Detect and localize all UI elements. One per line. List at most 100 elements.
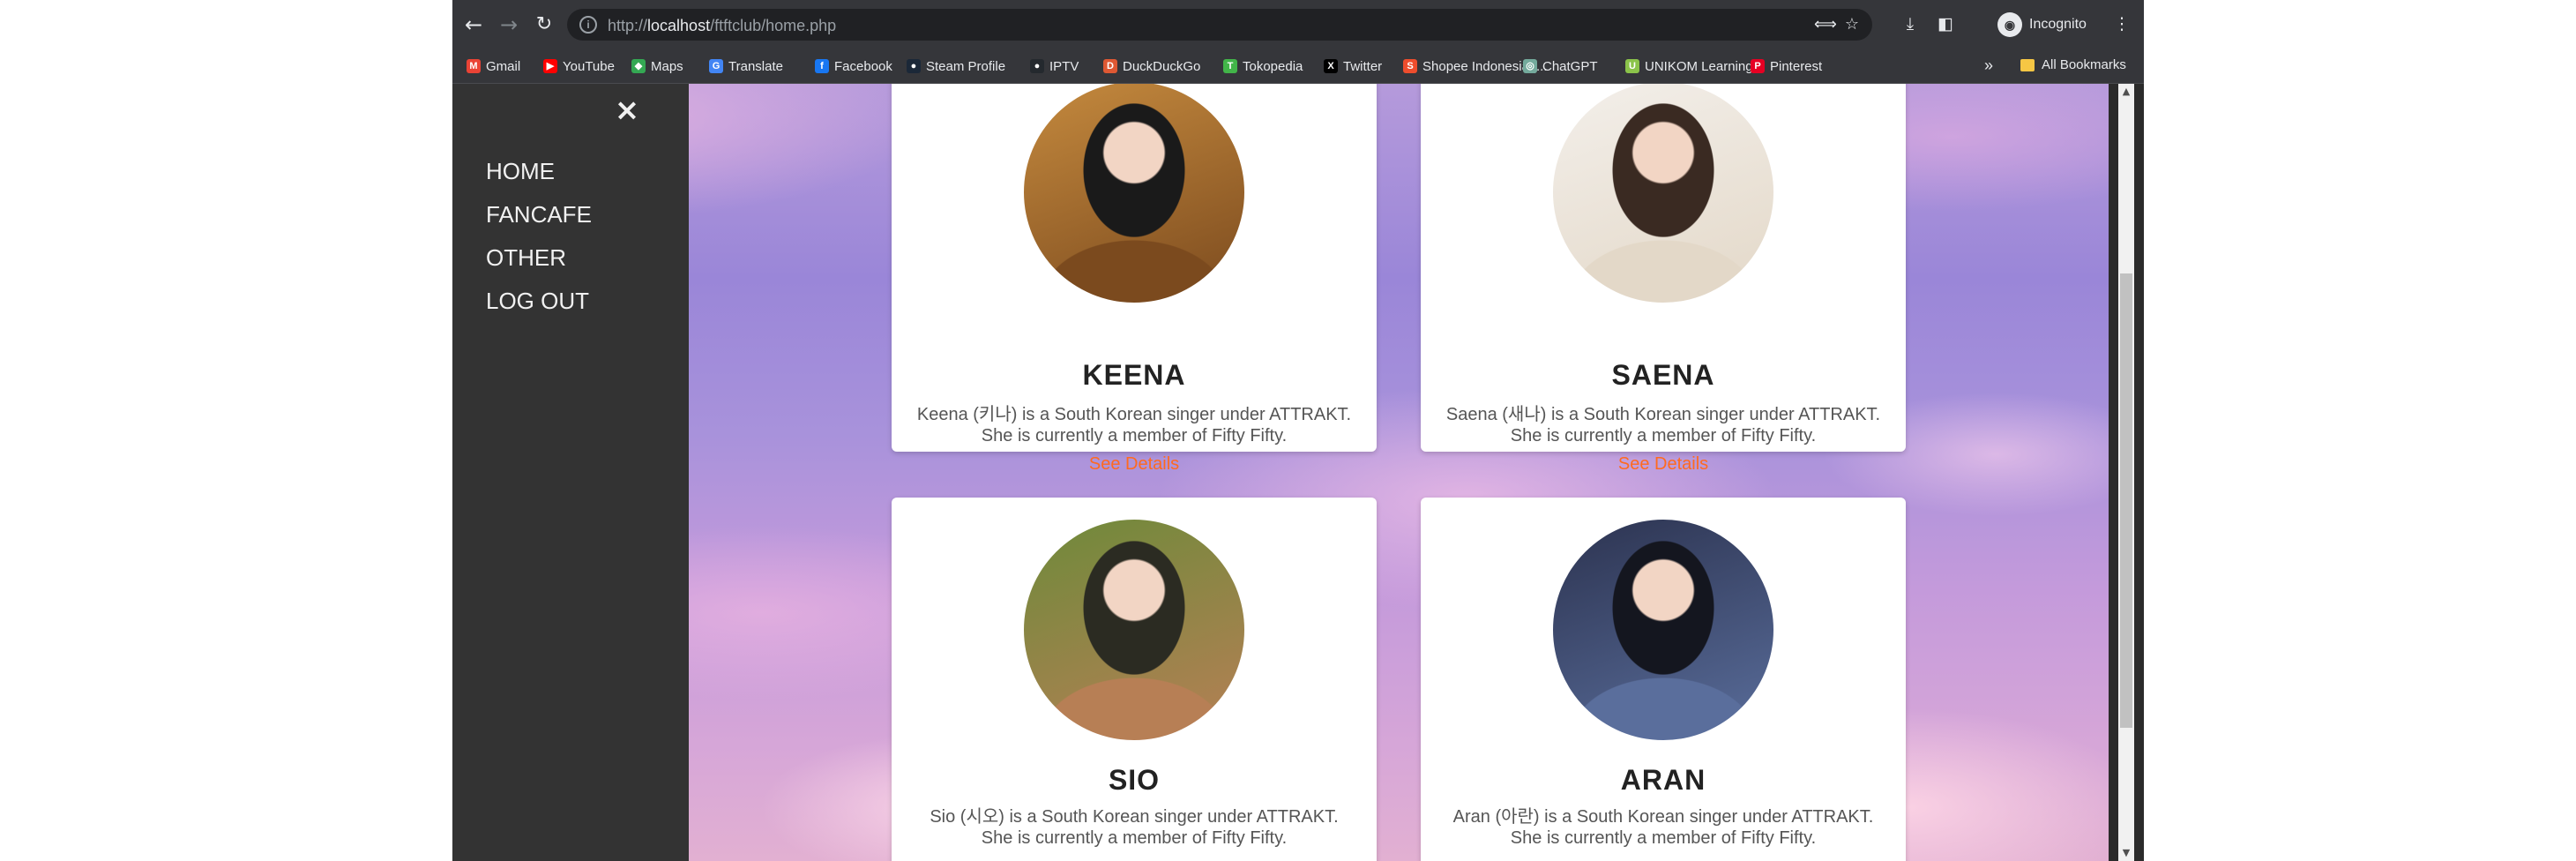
maps-icon: ◆	[631, 59, 646, 73]
bookmark-label: Pinterest	[1770, 58, 1823, 74]
member-photo	[1553, 84, 1773, 303]
all-bookmarks-button[interactable]: All Bookmarks	[2020, 57, 2126, 72]
github-icon: ●	[1030, 59, 1044, 73]
member-description: Saena (새나) is a South Korean singer unde…	[1421, 404, 1906, 446]
steam-icon: ●	[907, 59, 921, 73]
bookmark-item[interactable]: T Tokopedia	[1223, 57, 1303, 75]
menu-kebab-icon[interactable]: ⋮	[2110, 12, 2133, 35]
unikom-icon: U	[1625, 59, 1639, 73]
forward-arrow-icon[interactable]: →	[497, 12, 521, 37]
bookmark-star-icon[interactable]: ☆	[1842, 15, 1862, 34]
screen-margin-left	[0, 0, 452, 861]
description-line: She is currently a member of Fifty Fifty…	[981, 426, 1288, 445]
member-card: SIO Sio (시오) is a South Korean singer un…	[892, 498, 1377, 861]
bookmark-item[interactable]: D DuckDuckGo	[1103, 57, 1200, 75]
description-line: Keena (키나) is a South Korean singer unde…	[916, 405, 1352, 424]
bookmark-item[interactable]: f Facebook	[815, 57, 892, 75]
address-bar[interactable]: i http://localhost/ftftclub/home.php ⟺ ☆	[567, 9, 1872, 41]
bookmark-item[interactable]: ◆ Maps	[631, 57, 683, 75]
bookmark-label: ChatGPT	[1542, 58, 1598, 74]
scroll-down-arrow-icon[interactable]: ▼	[2118, 845, 2134, 861]
description-line: Sio (시오) is a South Korean singer under …	[930, 807, 1339, 827]
pinterest-icon: P	[1751, 59, 1765, 73]
bookmark-label: UNIKOM Learning...	[1645, 58, 1765, 74]
description-line: She is currently a member of Fifty Fifty…	[1510, 828, 1817, 848]
member-description: Sio (시오) is a South Korean singer under …	[892, 806, 1377, 849]
description-line: She is currently a member of Fifty Fifty…	[1510, 426, 1817, 445]
translate-icon: G	[709, 59, 723, 73]
member-name: KEENA	[1082, 359, 1186, 391]
url-text[interactable]: http://localhost/ftftclub/home.php	[608, 17, 836, 35]
bookmark-item[interactable]: G Translate	[709, 57, 783, 75]
tokopedia-icon: T	[1223, 59, 1237, 73]
bookmark-label: Facebook	[834, 58, 892, 74]
shopee-icon: S	[1403, 59, 1417, 73]
bookmark-label: IPTV	[1049, 58, 1079, 74]
description-line: She is currently a member of Fifty Fifty…	[981, 828, 1288, 848]
browser-window: ← → ↻ i http://localhost/ftftclub/home.p…	[452, 0, 2144, 861]
browser-toolbar: ← → ↻ i http://localhost/ftftclub/home.p…	[452, 0, 2144, 49]
x-icon: X	[1324, 59, 1338, 73]
member-description: Keena (키나) is a South Korean singer unde…	[892, 404, 1377, 446]
member-photo	[1024, 84, 1244, 303]
bookmark-label: DuckDuckGo	[1123, 58, 1201, 74]
member-name: SAENA	[1611, 359, 1715, 391]
reload-icon[interactable]: ↻	[532, 12, 556, 37]
page-scrollbar[interactable]: ▲ ▼	[2109, 84, 2144, 861]
member-photo	[1024, 520, 1244, 740]
incognito-label: Incognito	[2029, 17, 2087, 32]
gmail-icon: M	[467, 59, 481, 73]
incognito-profile[interactable]: ◉ Incognito	[1997, 11, 2087, 39]
bookmark-label: YouTube	[563, 58, 615, 74]
duckduckgo-icon: D	[1103, 59, 1117, 73]
chatgpt-icon: ◎	[1523, 59, 1537, 73]
bookmarks-overflow-button[interactable]: »	[1984, 56, 1993, 75]
bookmark-label: Gmail	[486, 58, 521, 74]
description-line: Saena (새나) is a South Korean singer unde…	[1445, 405, 1881, 424]
download-icon[interactable]: ⤓	[1899, 12, 1922, 35]
bookmark-item[interactable]: ▶ YouTube	[543, 57, 615, 75]
member-card: ARAN Aran (아란) is a South Korean singer …	[1421, 498, 1906, 861]
member-card: KEENA Keena (키나) is a South Korean singe…	[892, 84, 1377, 474]
nav-log-out[interactable]: LOG OUT	[486, 288, 589, 315]
bookmark-item[interactable]: ◎ ChatGPT	[1523, 57, 1598, 75]
close-icon[interactable]: ×	[611, 94, 643, 126]
folder-icon	[2020, 58, 2035, 71]
bookmark-label: Maps	[651, 58, 683, 74]
site-info-icon[interactable]: i	[579, 16, 597, 34]
bookmark-label: Twitter	[1343, 58, 1383, 74]
member-card: SAENA Saena (새나) is a South Korean singe…	[1421, 84, 1906, 474]
bookmark-item[interactable]: M Gmail	[467, 57, 520, 75]
description-line: Aran (아란) is a South Korean singer under…	[1452, 807, 1874, 827]
side-panel-icon[interactable]: ◧	[1934, 12, 1957, 35]
all-bookmarks-label: All Bookmarks	[2042, 57, 2126, 72]
page-content: × HOME FANCAFE OTHER LOG OUT KEENA Keena…	[452, 84, 2109, 861]
member-description: Aran (아란) is a South Korean singer under…	[1421, 806, 1906, 849]
scrollbar-thumb[interactable]	[2120, 273, 2132, 728]
facebook-icon: f	[815, 59, 829, 73]
bookmark-item[interactable]: X Twitter	[1324, 57, 1382, 75]
nav-fancafe[interactable]: FANCAFE	[486, 201, 592, 228]
incognito-icon: ◉	[1997, 12, 2022, 37]
member-name: SIO	[1108, 764, 1161, 796]
see-details-link[interactable]: See Details	[892, 454, 1377, 475]
screen-margin-right	[2144, 0, 2576, 861]
side-navigation: × HOME FANCAFE OTHER LOG OUT	[452, 84, 689, 861]
bookmark-label: Tokopedia	[1243, 58, 1303, 74]
bookmark-item[interactable]: ● Steam Profile	[907, 57, 1005, 75]
member-photo	[1553, 520, 1773, 740]
bookmark-label: Translate	[728, 58, 783, 74]
bookmark-label: Steam Profile	[926, 58, 1006, 74]
translate-page-icon[interactable]: ⟺	[1814, 15, 1837, 34]
see-details-link[interactable]: See Details	[1421, 454, 1906, 475]
bookmark-item[interactable]: ● IPTV	[1030, 57, 1079, 75]
youtube-icon: ▶	[543, 59, 557, 73]
back-arrow-icon[interactable]: ←	[461, 12, 486, 37]
bookmark-item[interactable]: P Pinterest	[1751, 57, 1822, 75]
bookmarks-bar: » All Bookmarks M Gmail ▶ YouTube ◆ Maps G Tran…	[452, 49, 2144, 84]
member-name: ARAN	[1620, 764, 1706, 796]
nav-other[interactable]: OTHER	[486, 244, 566, 272]
bookmark-item[interactable]: U UNIKOM Learning...	[1625, 57, 1764, 75]
nav-home[interactable]: HOME	[486, 158, 555, 185]
scroll-up-arrow-icon[interactable]: ▲	[2118, 84, 2134, 100]
